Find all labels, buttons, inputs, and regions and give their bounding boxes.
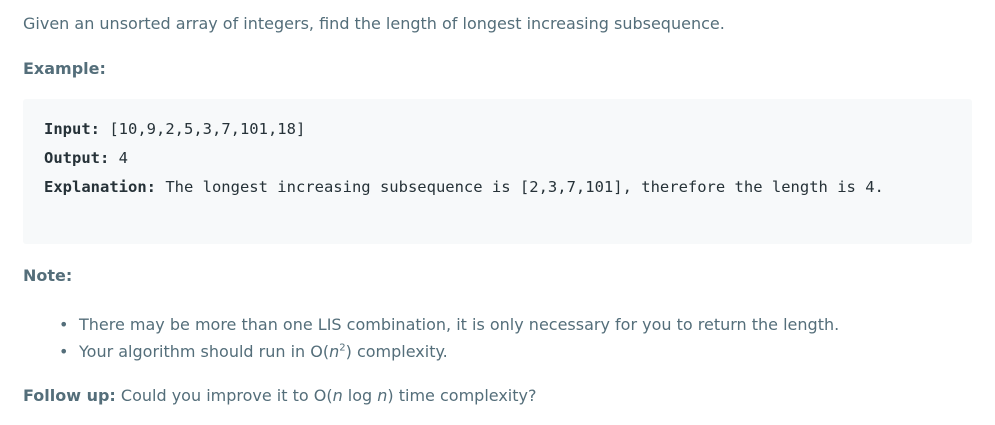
note-item-text-after: ) complexity.: [345, 342, 448, 361]
bullet-icon: •: [59, 315, 69, 334]
note-item: • There may be more than one LIS combina…: [59, 311, 839, 338]
note-heading: Note:: [23, 266, 73, 285]
follow-up-text-after: ) time complexity?: [387, 386, 537, 405]
bullet-icon: •: [59, 342, 69, 361]
note-item-text-before: Your algorithm should run in O(: [79, 342, 330, 361]
math-variable: n: [377, 386, 388, 405]
output-line: Output: 4: [44, 144, 951, 173]
follow-up-label: Follow up:: [23, 386, 116, 405]
input-line: Input: [10,9,2,5,3,7,101,18]: [44, 115, 951, 144]
explanation-line: Explanation: The longest increasing subs…: [44, 173, 924, 202]
follow-up-text-before: Could you improve it to O(: [115, 386, 333, 405]
example-code-block: Input: [10,9,2,5,3,7,101,18] Output: 4 E…: [23, 99, 972, 244]
math-variable: n: [329, 342, 340, 361]
output-label: Output:: [44, 149, 110, 167]
input-value: [10,9,2,5,3,7,101,18]: [100, 120, 306, 138]
example-heading: Example:: [23, 59, 106, 78]
follow-up-text-mid: log: [342, 386, 378, 405]
explanation-value: The longest increasing subsequence is [2…: [155, 178, 884, 196]
follow-up: Follow up: Could you improve it to O(n l…: [23, 384, 536, 408]
input-label: Input:: [44, 120, 100, 138]
note-list: • There may be more than one LIS combina…: [59, 311, 839, 365]
explanation-label: Explanation:: [44, 178, 156, 196]
note-item-text: There may be more than one LIS combinati…: [79, 315, 840, 334]
note-item: • Your algorithm should run in O(n2) com…: [59, 338, 839, 365]
output-value: 4: [109, 149, 128, 167]
problem-statement: Given an unsorted array of integers, fin…: [23, 14, 725, 33]
math-variable: n: [332, 386, 343, 405]
